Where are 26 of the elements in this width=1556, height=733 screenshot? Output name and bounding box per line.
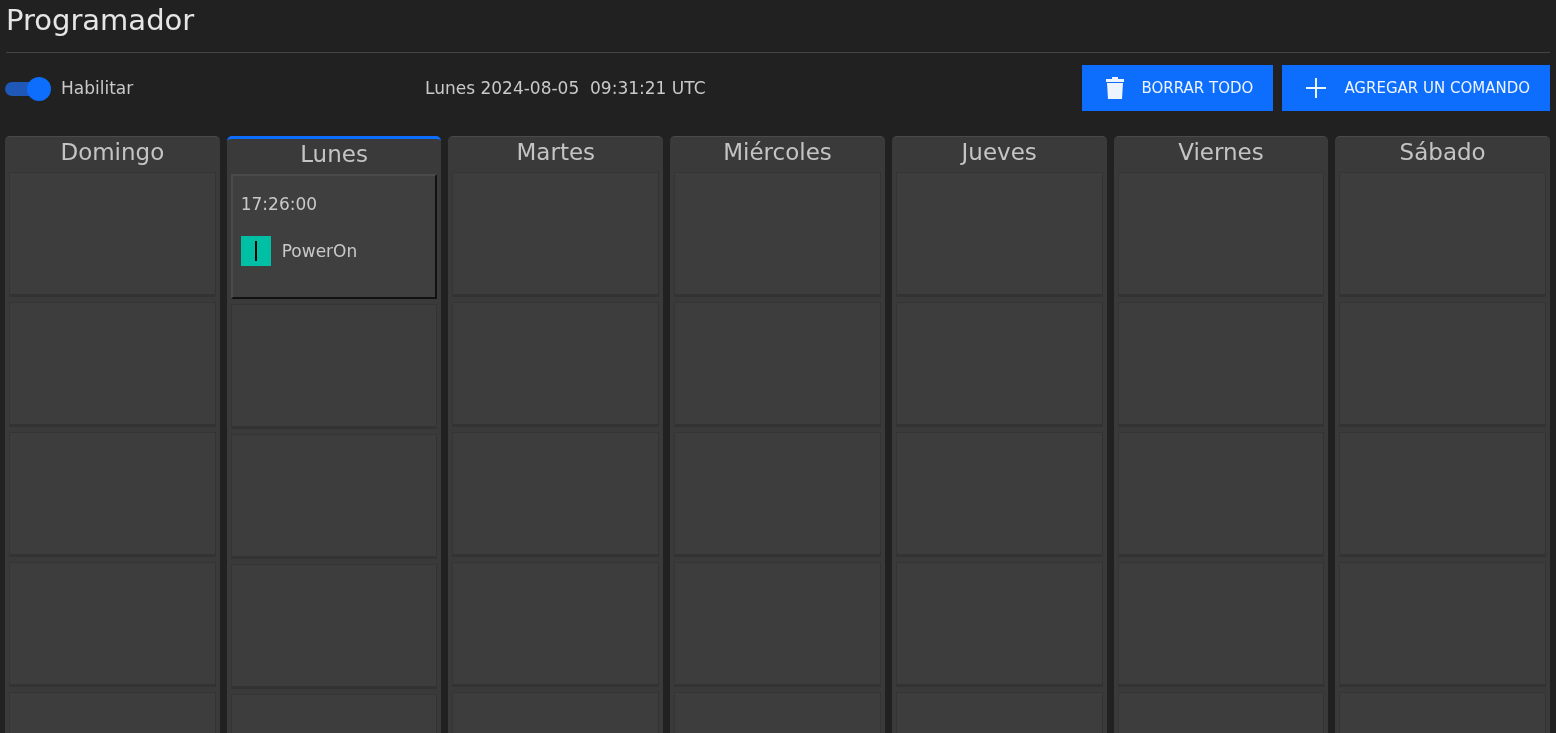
day-name: Jueves — [959, 138, 1038, 167]
day-name: Martes — [515, 138, 597, 167]
trash-icon — [1105, 77, 1124, 99]
day-column[interactable]: Martes — [448, 136, 664, 733]
enable-switch[interactable] — [5, 77, 51, 99]
day-column[interactable]: Miércoles — [670, 136, 885, 733]
add-command-button[interactable]: AGREGAR UN COMANDO — [1282, 65, 1550, 111]
command-action: PowerOn — [281, 241, 358, 261]
day-name: Sábado — [1398, 138, 1487, 167]
day-column[interactable]: Domingo — [5, 136, 220, 733]
enable-label: Habilitar — [61, 78, 134, 98]
plus-icon — [1306, 78, 1327, 98]
current-datetime: Lunes 2024-08-05 09:31:21 UTC — [425, 78, 706, 98]
day-column[interactable]: Jueves — [891, 136, 1107, 733]
power-toggle-icon — [240, 236, 271, 266]
day-name: Viernes — [1177, 138, 1265, 167]
day-name: Lunes — [299, 140, 369, 169]
command-time: 17:26:00 — [240, 194, 319, 214]
day-column[interactable]: Sábado — [1335, 136, 1550, 733]
day-column[interactable]: Viernes — [1113, 136, 1329, 733]
day-column[interactable]: Lunes 17:26:00 PowerOn — [226, 136, 442, 733]
command-card[interactable]: 17:26:00 PowerOn — [230, 174, 438, 299]
day-name: Miércoles — [722, 138, 833, 167]
day-name: Domingo — [59, 138, 166, 167]
delete-all-button[interactable]: BORRAR TODO — [1081, 65, 1274, 111]
page-title: Programador — [5, 2, 196, 39]
